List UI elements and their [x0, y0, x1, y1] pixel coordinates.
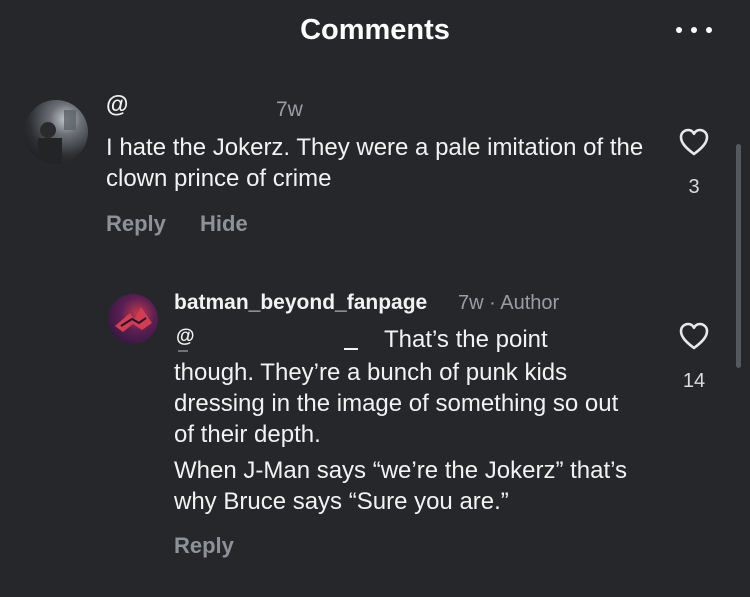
mention-tag[interactable]: @: [176, 326, 195, 348]
avatar-image-icon: [38, 110, 76, 164]
scrollbar[interactable]: [736, 144, 741, 368]
more-dots-icon[interactable]: [676, 24, 712, 36]
reply-meta: 7w · Author: [458, 292, 560, 314]
comment-text: I hate the Jokerz. They were a pale imit…: [106, 134, 644, 192]
like-count: 3: [688, 176, 700, 198]
reply-button[interactable]: Reply: [106, 211, 166, 237]
dot-icon: [676, 27, 682, 33]
comment-timestamp: 7w: [276, 98, 303, 121]
mention-underline: [178, 350, 188, 352]
like-count: 14: [682, 370, 706, 392]
mention-dash: [344, 348, 358, 350]
heart-outline-icon[interactable]: [678, 127, 710, 157]
page-title: Comments: [300, 14, 450, 46]
hide-button[interactable]: Hide: [200, 211, 248, 237]
reply-button[interactable]: Reply: [174, 533, 234, 559]
avatar[interactable]: [24, 100, 88, 164]
dot-icon: [706, 27, 712, 33]
batman-beyond-logo-icon: [115, 307, 152, 332]
heart-outline-icon[interactable]: [678, 321, 710, 351]
dot-icon: [691, 27, 697, 33]
reply-text-first-line: That’s the point: [384, 326, 548, 353]
reply-username[interactable]: batman_beyond_fanpage: [174, 291, 427, 315]
reply-text: though. They’re a bunch of punk kids dre…: [174, 359, 619, 448]
comment-username[interactable]: @: [106, 91, 128, 118]
avatar[interactable]: [108, 294, 158, 344]
reply-text-paragraph: When J-Man says “we’re the Jokerz” that’…: [174, 457, 628, 515]
